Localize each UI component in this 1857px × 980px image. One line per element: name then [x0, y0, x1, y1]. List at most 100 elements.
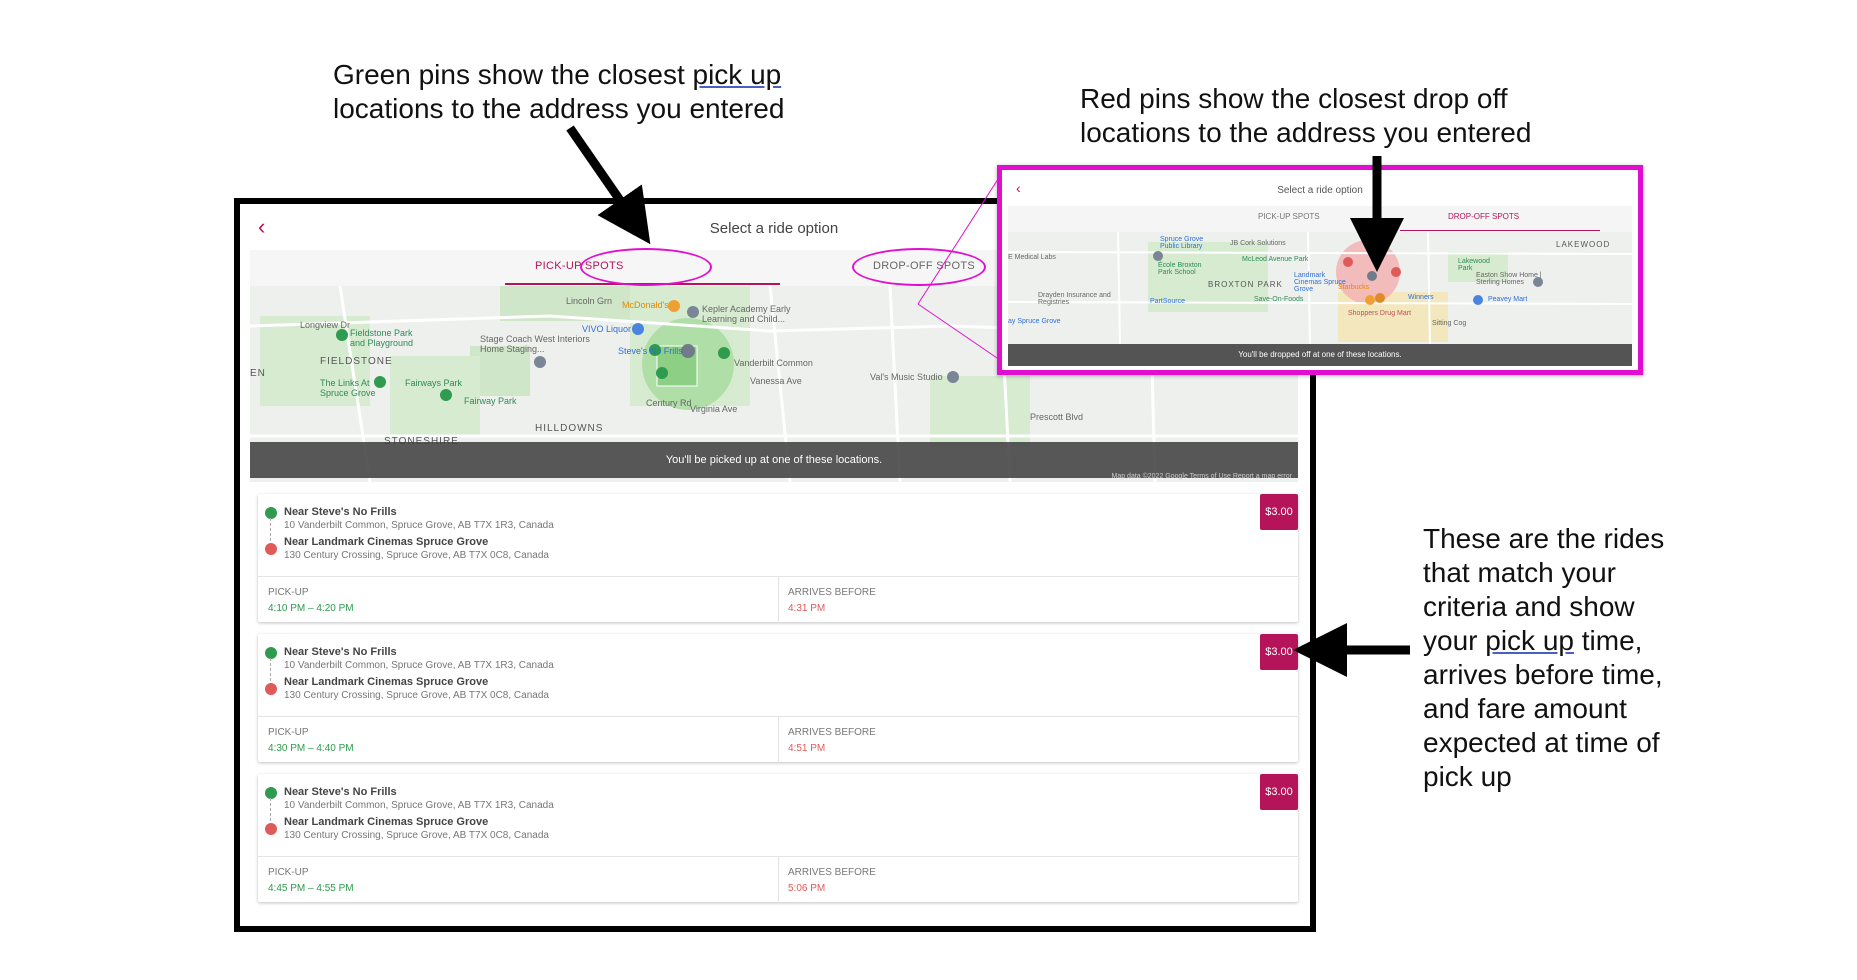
ride-card[interactable]: Near Steve's No Frills 10 Vanderbilt Com… [258, 774, 1298, 903]
map-label-poi: McDonald's [622, 300, 669, 310]
arrives-before-time: 5:06 PM [788, 883, 826, 894]
map-label-park: Fairway Park [464, 396, 517, 406]
map-label-street: Vanderbilt Common [734, 358, 813, 368]
annotation-text: and fare amount [1423, 693, 1627, 724]
location-marker-icon [1367, 271, 1377, 281]
map-label-park: The Links At Spruce Grove [320, 378, 376, 398]
pickup-label: PICK-UP [268, 587, 309, 598]
map-label-street: Vanessa Ave [750, 376, 802, 386]
map-label-street: Longview Dr [300, 320, 351, 330]
pickup-place-name: Near Steve's No Frills [284, 506, 397, 518]
map-label-poi: École Broxton Park School [1158, 262, 1202, 276]
tab-pickup-spots[interactable]: PICK-UP SPOTS [1258, 212, 1320, 221]
poi-marker-icon [1473, 295, 1483, 305]
map-label-park: Fieldstone Park and Playground [350, 328, 414, 348]
map-label-poi: Sitting Cog [1432, 320, 1467, 327]
highlight-ring-pickup [580, 248, 712, 286]
pickup-pin-icon [265, 647, 277, 659]
annotation-text-underlined: pick up [1485, 625, 1574, 656]
map-label-park: McLeod Avenue Park [1242, 256, 1309, 263]
dropoff-address: 130 Century Crossing, Spruce Grove, AB T… [284, 830, 549, 841]
dropoff-place-name: Near Landmark Cinemas Spruce Grove [284, 536, 489, 548]
map-label-poi: Steve's No Frills [618, 346, 683, 356]
map-label-neighbourhood: BROXTON PARK [1208, 280, 1283, 289]
map-label-poi: Winners [1408, 294, 1434, 301]
dropoff-place-name: Near Landmark Cinemas Spruce Grove [284, 816, 489, 828]
divider [778, 717, 779, 763]
poi-marker-icon [947, 371, 959, 383]
pickup-pin-icon [265, 787, 277, 799]
map-label-poi: ay Spruce Grove [1008, 318, 1061, 325]
poi-marker-icon [336, 329, 348, 341]
pickup-address: 10 Vanderbilt Common, Spruce Grove, AB T… [284, 800, 554, 811]
annotation-text: Red pins show the closest drop off [1080, 83, 1508, 114]
fare-badge: $3.00 [1260, 774, 1298, 810]
map-label-street: Century Rd [646, 398, 692, 408]
location-marker-icon [681, 344, 695, 358]
annotation-text: locations to the address you entered [333, 93, 785, 124]
fare-badge: $3.00 [1260, 634, 1298, 670]
green-pin-icon[interactable] [718, 347, 730, 359]
map-label-poi: E Medical Labs [1008, 254, 1056, 261]
pickup-label: PICK-UP [268, 867, 309, 878]
red-pin-icon[interactable] [1343, 257, 1353, 267]
poi-marker-icon [668, 300, 680, 312]
ride-times: PICK-UP 4:45 PM – 4:55 PM ARRIVES BEFORE… [258, 856, 1298, 903]
inset-title: Select a ride option [1277, 185, 1363, 196]
map-label-park: Fairways Park [405, 378, 463, 388]
ride-card[interactable]: Near Steve's No Frills 10 Vanderbilt Com… [258, 634, 1298, 763]
dropoff-pin-icon [265, 823, 277, 835]
inset-tab-bar: PICK-UP SPOTS DROP-OFF SPOTS [1008, 206, 1632, 232]
annotation-green-pins: Green pins show the closest pick up loca… [333, 58, 853, 126]
active-tab-indicator [1400, 230, 1600, 231]
ride-times: PICK-UP 4:30 PM – 4:40 PM ARRIVES BEFORE… [258, 716, 1298, 763]
map-label-neighbourhood: LAKEWOOD [1556, 240, 1611, 249]
map-label-street: Lincoln Grn [566, 296, 613, 306]
divider [778, 577, 779, 623]
annotation-text: time, [1573, 625, 1643, 656]
dropoff-pin-icon [265, 543, 277, 555]
poi-marker-icon [1153, 251, 1163, 261]
map-label-neighbourhood: HILLDOWNS [535, 423, 604, 434]
poi-marker-icon [1365, 295, 1375, 305]
dropoff-place-name: Near Landmark Cinemas Spruce Grove [284, 676, 489, 688]
dropoff-address: 130 Century Crossing, Spruce Grove, AB T… [284, 550, 549, 561]
map-label-poi: PartSource [1150, 298, 1186, 305]
pickup-time: 4:45 PM – 4:55 PM [268, 883, 354, 894]
arrives-before-time: 4:31 PM [788, 603, 826, 614]
annotation-rides: These are the rides that match your crit… [1423, 522, 1723, 794]
green-pin-icon[interactable] [656, 367, 668, 379]
inset-map-footer: You'll be dropped off at one of these lo… [1008, 344, 1632, 366]
arrives-before-time: 4:51 PM [788, 743, 826, 754]
map-attribution[interactable]: Map data ©2022 Google Terms of Use Repor… [1111, 473, 1292, 480]
map-label-street: Prescott Blvd [1030, 412, 1084, 422]
poi-marker-icon [1375, 293, 1385, 303]
pickup-label: PICK-UP [268, 727, 309, 738]
annotation-text: that match your [1423, 557, 1616, 588]
pickup-time: 4:30 PM – 4:40 PM [268, 743, 354, 754]
map-label-street: Virginia Ave [690, 404, 738, 414]
pickup-place-name: Near Steve's No Frills [284, 786, 397, 798]
map-label-poi: Drayden Insurance and Registries [1038, 292, 1111, 306]
fare-badge: $3.00 [1260, 494, 1298, 530]
arrives-before-label: ARRIVES BEFORE [788, 867, 876, 878]
map-label-poi: JB Cork Solutions [1230, 240, 1286, 247]
inset-footer-text: You'll be dropped off at one of these lo… [1238, 350, 1402, 359]
red-pin-icon[interactable] [1391, 267, 1401, 277]
map-label-poi: Save-On-Foods [1254, 296, 1304, 303]
ride-card[interactable]: Near Steve's No Frills 10 Vanderbilt Com… [258, 494, 1298, 623]
annotation-text: These are the rides [1423, 523, 1665, 554]
tab-dropoff-spots[interactable]: DROP-OFF SPOTS [1448, 212, 1519, 221]
annotation-text: criteria and show [1423, 591, 1635, 622]
arrives-before-label: ARRIVES BEFORE [788, 727, 876, 738]
map-label-poi: Spruce Grove Public Library [1160, 236, 1204, 250]
annotation-text: pick up [1423, 761, 1512, 792]
map-label-poi: Val's Music Studio [870, 372, 943, 382]
pickup-address: 10 Vanderbilt Common, Spruce Grove, AB T… [284, 660, 554, 671]
poi-marker-icon [632, 323, 644, 335]
annotation-text: Green pins show the closest [333, 59, 693, 90]
pickup-pin-icon [265, 507, 277, 519]
poi-marker-icon [534, 356, 546, 368]
map-label-poi: Starbucks [1338, 284, 1370, 291]
dropoff-map[interactable]: LAKEWOOD BROXTON PARK Spruce Grove Publi… [1008, 232, 1632, 344]
